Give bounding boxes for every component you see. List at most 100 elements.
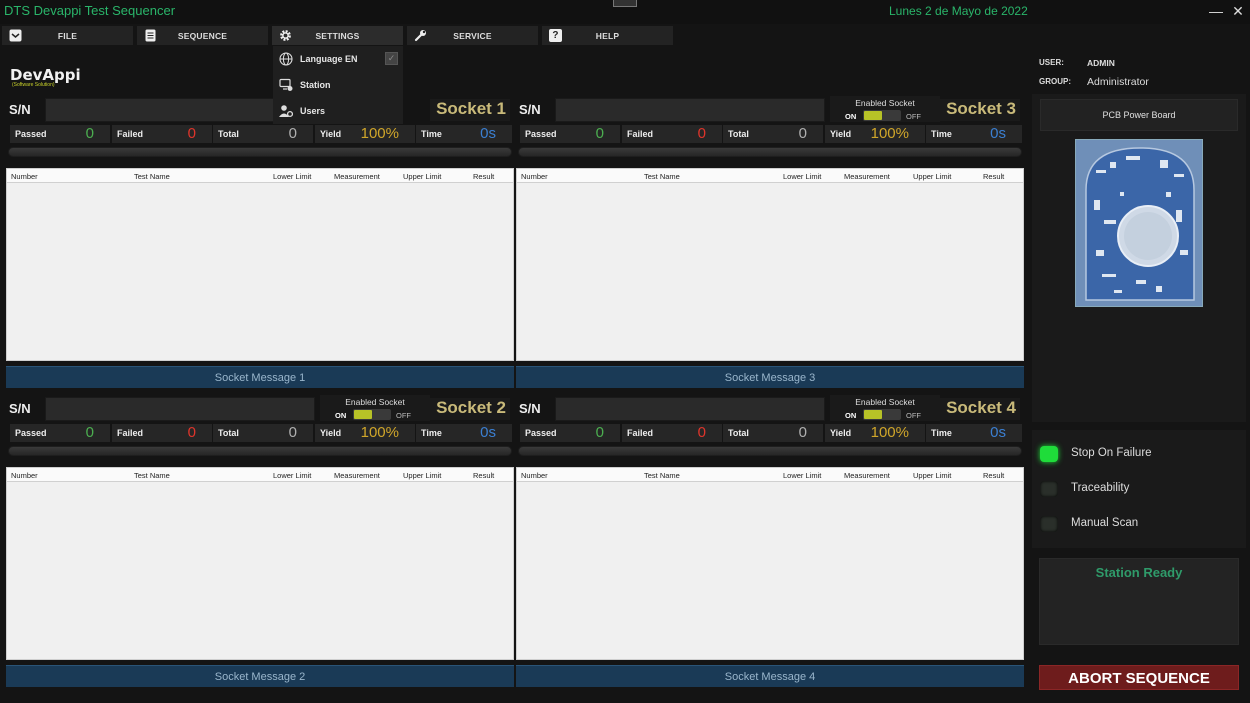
toggle-on-label: ON [335, 411, 347, 420]
table-header-cell[interactable]: Test Name [644, 471, 680, 480]
enabled-socket-title: Enabled Socket [855, 397, 915, 407]
menu-settings[interactable]: SETTINGS [272, 26, 403, 45]
station-status-panel: Station Ready [1039, 558, 1239, 645]
user-info: USER: ADMIN GROUP: Administrator [1032, 50, 1246, 94]
language-checkbox[interactable]: ✓ [385, 52, 398, 65]
menu-file[interactable]: FILE [2, 26, 133, 45]
stat-time-label: Time [421, 129, 442, 139]
table-header-cell[interactable]: Measurement [334, 172, 380, 181]
stat-passed-label: Passed [525, 428, 557, 438]
serial-number-input[interactable] [555, 98, 825, 122]
abort-sequence-label: ABORT SEQUENCE [1068, 670, 1210, 687]
table-header-cell[interactable]: Test Name [134, 471, 170, 480]
table-header: Number Test Name Lower Limit Measurement Upp… [517, 468, 1023, 482]
app-title: DTS Devappi Test Sequencer [4, 3, 176, 18]
stat-failed-value: 0 [187, 424, 196, 441]
close-button[interactable]: ✕ [1228, 2, 1248, 20]
menu-item-station[interactable]: Station [273, 72, 403, 98]
test-results-table[interactable]: Number Test Name Lower Limit Measurement Upp… [6, 168, 514, 361]
table-header-cell[interactable]: Number [11, 471, 38, 480]
table-header-cell[interactable]: Upper Limit [403, 471, 441, 480]
devappi-logo: DevAppi (Software Solution) [10, 66, 81, 88]
drag-handle[interactable] [613, 0, 637, 7]
socket-stats: Passed 0 Failed 0 Total 0 Yield 100% Time 0s [516, 125, 1024, 143]
stat-time-label: Time [931, 129, 952, 139]
stop-on-failure-led[interactable] [1040, 446, 1058, 462]
stat-failed: Failed 0 [112, 125, 212, 143]
enabled-socket-toggle[interactable] [353, 409, 391, 420]
table-header-cell[interactable]: Test Name [644, 172, 680, 181]
enabled-socket-toggle[interactable] [863, 110, 901, 121]
stat-failed: Failed 0 [112, 424, 212, 442]
stat-passed-value: 0 [85, 424, 94, 441]
station-icon [279, 78, 293, 91]
table-header-cell[interactable]: Lower Limit [783, 172, 821, 181]
options-panel: Stop On Failure Traceability Manual Scan [1032, 430, 1246, 548]
menu-item-language[interactable]: Language EN ✓ [273, 46, 403, 72]
table-header-cell[interactable]: Measurement [844, 172, 890, 181]
socket-name: Socket 3 [940, 99, 1020, 121]
abort-sequence-button[interactable]: ABORT SEQUENCE [1039, 665, 1239, 690]
table-header-cell[interactable]: Number [11, 172, 38, 181]
table-header-cell[interactable]: Upper Limit [913, 172, 951, 181]
table-header-cell[interactable]: Lower Limit [273, 172, 311, 181]
test-results-table[interactable]: Number Test Name Lower Limit Measurement Upp… [6, 467, 514, 660]
menu-service[interactable]: SERVICE [407, 26, 538, 45]
enabled-socket-toggle[interactable] [863, 409, 901, 420]
serial-number-input[interactable] [555, 397, 825, 421]
stat-total-value: 0 [288, 125, 297, 142]
stat-total: Total 0 [213, 424, 313, 442]
stat-passed-value: 0 [595, 125, 604, 142]
minimize-button[interactable]: — [1206, 2, 1226, 20]
stat-yield: Yield 100% [315, 424, 415, 442]
manual-scan-led[interactable] [1040, 516, 1058, 532]
stat-time-value: 0s [990, 125, 1006, 142]
table-header-cell[interactable]: Upper Limit [913, 471, 951, 480]
menu-sequence[interactable]: SEQUENCE [137, 26, 268, 45]
stat-passed: Passed 0 [520, 424, 620, 442]
stat-passed-value: 0 [595, 424, 604, 441]
table-header-cell[interactable]: Result [473, 471, 494, 480]
table-header-cell[interactable]: Result [983, 172, 1004, 181]
stat-total-value: 0 [288, 424, 297, 441]
socket-stats: Passed 0 Failed 0 Total 0 Yield 100% Time 0s [6, 125, 514, 143]
traceability-led[interactable] [1040, 481, 1058, 497]
table-header-cell[interactable]: Result [473, 172, 494, 181]
serial-number-input[interactable] [45, 397, 315, 421]
sn-label: S/N [519, 401, 541, 416]
sn-row: S/N Enabled Socket ON OFF Socket 4 [516, 395, 1024, 421]
socket-message: Socket Message 4 [724, 671, 816, 683]
toggle-on-label: ON [845, 411, 857, 420]
table-header-cell[interactable]: Lower Limit [273, 471, 311, 480]
menu-item-users[interactable]: Users [273, 98, 403, 124]
stat-yield: Yield 100% [315, 125, 415, 143]
table-header-cell[interactable]: Measurement [334, 471, 380, 480]
test-results-table[interactable]: Number Test Name Lower Limit Measurement Upp… [516, 467, 1024, 660]
station-label: Station [300, 80, 331, 90]
stat-failed: Failed 0 [622, 125, 722, 143]
socket-name: Socket 1 [430, 99, 510, 121]
table-header-cell[interactable]: Measurement [844, 471, 890, 480]
table-header: Number Test Name Lower Limit Measurement Upp… [7, 468, 513, 482]
language-label: Language EN [300, 54, 358, 64]
table-header-cell[interactable]: Number [521, 471, 548, 480]
stat-time-label: Time [421, 428, 442, 438]
stat-passed: Passed 0 [10, 424, 110, 442]
menu-service-label: SERVICE [453, 31, 492, 41]
product-name: PCB Power Board [1040, 99, 1238, 131]
stat-yield-label: Yield [320, 129, 342, 139]
table-header-cell[interactable]: Result [983, 471, 1004, 480]
stat-failed-value: 0 [187, 125, 196, 142]
table-header-cell[interactable]: Number [521, 172, 548, 181]
table-header-cell[interactable]: Upper Limit [403, 172, 441, 181]
table-header-cell[interactable]: Test Name [134, 172, 170, 181]
socket-panel: S/N Enabled Socket ON OFF Socket 2 Passed 0 Fai… [6, 395, 514, 692]
test-results-table[interactable]: Number Test Name Lower Limit Measurement Upp… [516, 168, 1024, 361]
sn-label: S/N [519, 102, 541, 117]
table-header-cell[interactable]: Lower Limit [783, 471, 821, 480]
stat-failed-label: Failed [627, 428, 654, 438]
menu-help[interactable]: ? HELP [542, 26, 673, 45]
stat-total-value: 0 [798, 424, 807, 441]
settings-dropdown: Language EN ✓ Station Users [273, 46, 403, 124]
enabled-socket-toggle-group: Enabled Socket ON OFF [320, 395, 430, 421]
